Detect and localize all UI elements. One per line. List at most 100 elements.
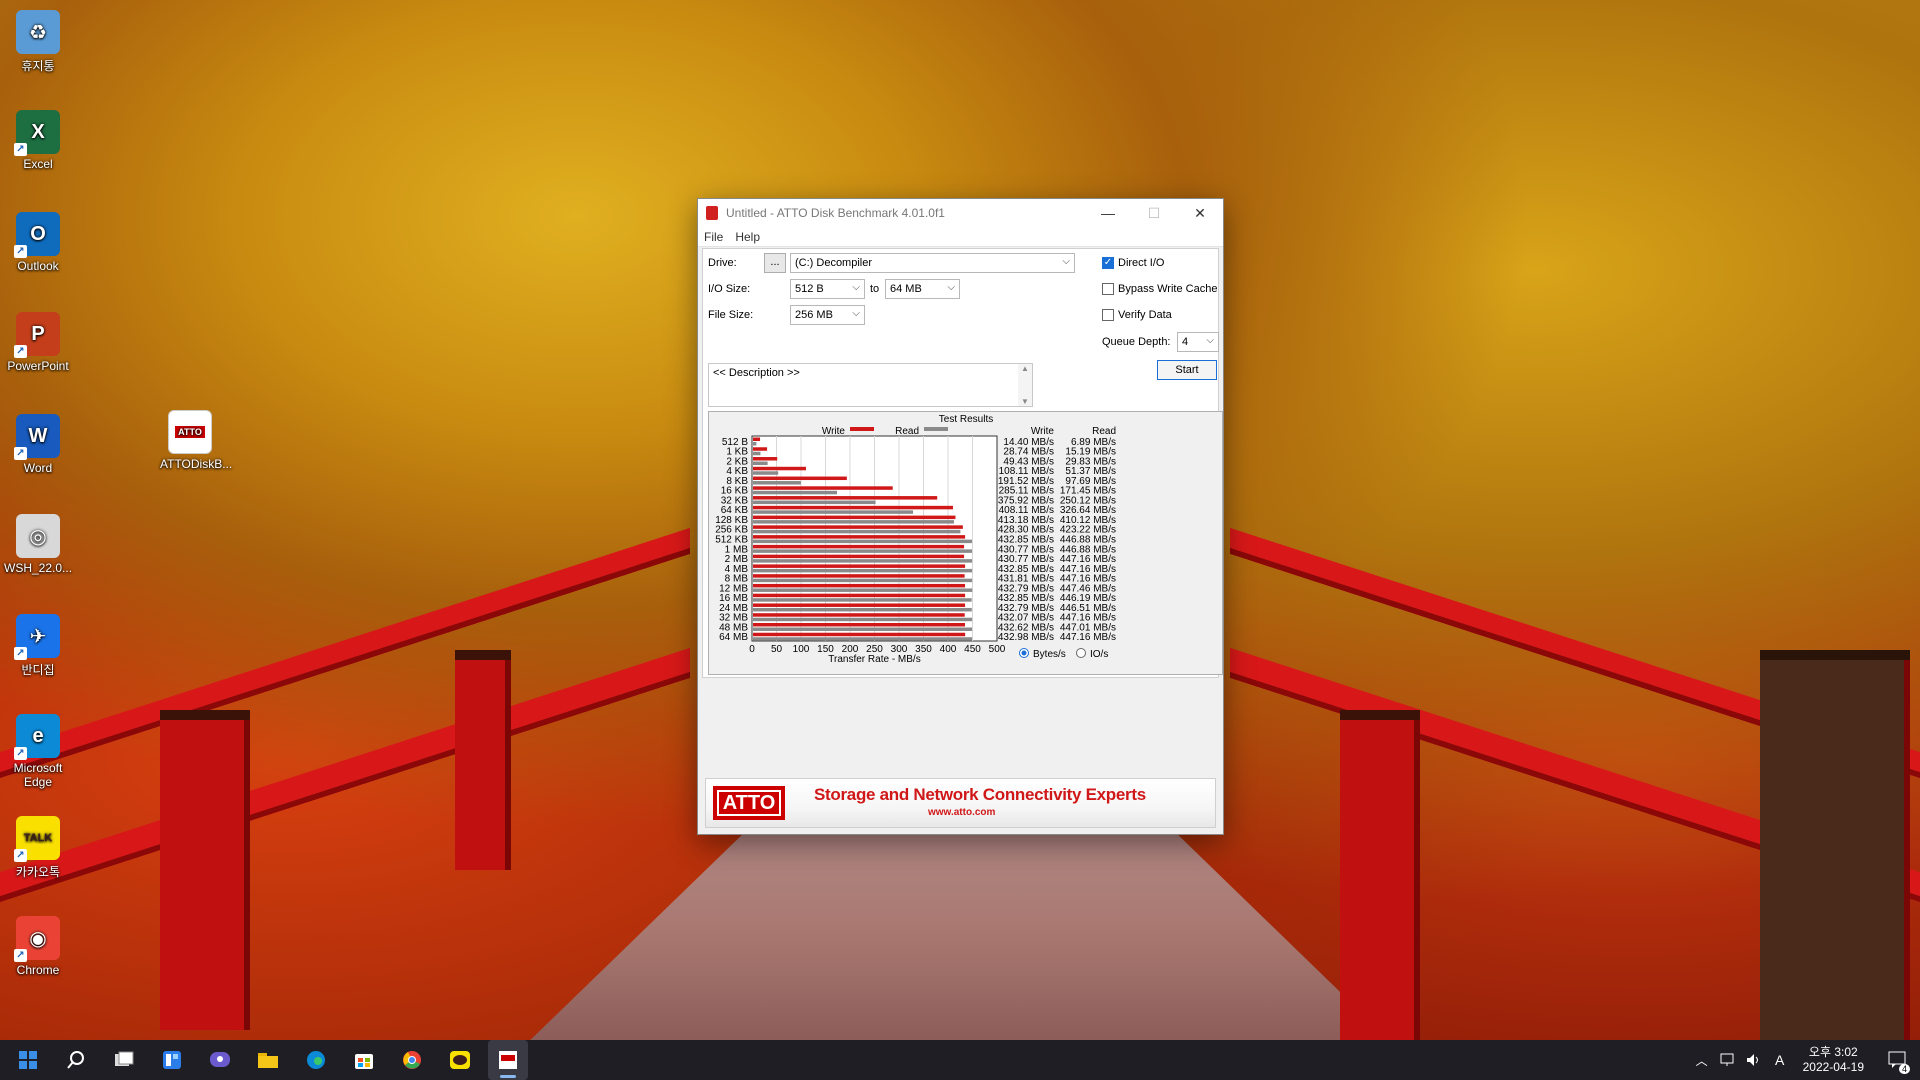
desktop-icon-label: 반디집 [21, 663, 55, 677]
clock[interactable]: 오후 3:02 2022-04-19 [1803, 1045, 1864, 1075]
legend-label-read: Read [895, 426, 919, 437]
verify-data-checkbox[interactable]: Verify Data [1102, 309, 1172, 321]
edge-icon[interactable] [296, 1040, 336, 1080]
drive-select[interactable]: (C:) Decompiler ⌵ [790, 253, 1075, 273]
chat-icon[interactable] [200, 1040, 240, 1080]
description-text: << Description >> [713, 367, 800, 379]
notification-count: 4 [1898, 1064, 1910, 1074]
bar-read [753, 578, 973, 583]
task-view-icon[interactable] [104, 1040, 144, 1080]
scrollbar[interactable]: ▲ ▼ [1018, 364, 1032, 406]
desktop-icon[interactable]: ✈ 반디집 [4, 614, 72, 678]
x-tick-label: 50 [771, 644, 783, 655]
atto-banner[interactable]: ATTO Storage and Network Connectivity Ex… [705, 778, 1216, 828]
bar-read [753, 471, 779, 475]
close-icon[interactable]: ✕ [1177, 205, 1223, 222]
ime-indicator[interactable]: A [1770, 1040, 1790, 1080]
store-icon[interactable] [344, 1040, 384, 1080]
title-bar[interactable]: Untitled - ATTO Disk Benchmark 4.01.0f1 … [698, 199, 1223, 227]
queue-depth-select[interactable]: 4 ⌵ [1177, 332, 1219, 352]
chrome-icon[interactable] [392, 1040, 432, 1080]
bar-write [753, 564, 966, 568]
bar-write [753, 622, 965, 627]
menu-file[interactable]: File [704, 230, 723, 244]
banner-url[interactable]: www.atto.com [928, 807, 995, 818]
bytes-label: Bytes/s [1033, 649, 1066, 660]
checkbox-unchecked-icon [1102, 309, 1114, 321]
desktop-icon-atto[interactable]: ATTO ATTODiskB... [160, 410, 233, 471]
bar-write [753, 603, 966, 607]
direct-io-checkbox[interactable]: ✓ Direct I/O [1102, 257, 1164, 269]
bar-read [753, 529, 961, 534]
atto-icon[interactable] [488, 1040, 528, 1080]
file-size-value: 256 MB [795, 309, 833, 321]
desktop-icon[interactable]: eMicrosoft Edge [4, 714, 72, 789]
bar-write [753, 466, 806, 471]
menu-help[interactable]: Help [735, 230, 760, 244]
io-from-value: 512 B [795, 283, 824, 295]
settings-panel: Drive: ... (C:) Decompiler ⌵ I/O Size: 51… [702, 248, 1223, 678]
bar-write [753, 437, 761, 441]
bypass-write-cache-checkbox[interactable]: Bypass Write Cache [1102, 283, 1217, 295]
chevron-down-icon: ⌵ [947, 282, 955, 293]
file-size-label: File Size: [708, 309, 754, 321]
desktop-icon-label: PowerPoint [7, 359, 69, 373]
search-icon[interactable] [56, 1040, 96, 1080]
desktop-icon[interactable]: XExcel [4, 110, 72, 171]
start-icon[interactable] [8, 1040, 48, 1080]
app-icon: ◉ [14, 916, 60, 962]
start-button[interactable]: Start [1157, 360, 1217, 380]
bar-read [753, 598, 972, 602]
bar-read [753, 442, 757, 446]
legend-label-write: Write [822, 426, 846, 437]
atto-app-icon [706, 206, 718, 220]
desktop-icon-label: Excel [23, 157, 53, 171]
col-header-read: Read [1092, 426, 1116, 437]
scroll-down-icon[interactable]: ▼ [1018, 397, 1032, 406]
browse-button[interactable]: ... [764, 253, 786, 273]
col-header-write: Write [1031, 426, 1055, 437]
bar-read [753, 568, 973, 573]
io-radio[interactable] [1076, 648, 1086, 658]
x-tick-label: 500 [989, 644, 1006, 655]
desktop-icon-label: ATTODiskB... [160, 457, 233, 471]
bar-write [753, 593, 966, 598]
desktop-icon[interactable]: ◉Chrome [4, 916, 72, 977]
volume-icon[interactable] [1744, 1040, 1764, 1080]
io-size-to-select[interactable]: 64 MB ⌵ [885, 279, 960, 299]
bar-write [753, 486, 893, 490]
desktop-icon-label: WSH_22.0... [4, 561, 73, 575]
minimize-icon[interactable]: — [1085, 205, 1131, 221]
desktop-icon[interactable]: WWord [4, 414, 72, 475]
x-tick-label: 450 [964, 644, 981, 655]
file-size-select[interactable]: 256 MB ⌵ [790, 305, 865, 325]
description-field[interactable]: << Description >> ▲ ▼ [708, 363, 1033, 407]
io-size-from-select[interactable]: 512 B ⌵ [790, 279, 865, 299]
bar-write [753, 544, 965, 549]
widgets-icon[interactable] [152, 1040, 192, 1080]
bar-write [753, 525, 963, 529]
radio-dot [1021, 650, 1027, 656]
bar-write [753, 554, 965, 559]
desktop-icon[interactable]: ♻ 휴지통 [4, 10, 72, 74]
bar-read [753, 549, 972, 553]
kakaotalk-icon[interactable] [440, 1040, 480, 1080]
desktop-icon[interactable]: ◎ WSH_22.0... [4, 514, 72, 575]
io-label: IO/s [1090, 649, 1108, 660]
network-icon[interactable] [1718, 1040, 1738, 1080]
desktop-icon-label: Outlook [17, 259, 59, 273]
bridge-post [1340, 710, 1420, 1040]
notification-icon[interactable]: 4 [1884, 1040, 1912, 1080]
chevron-up-icon[interactable]: ︿ [1692, 1040, 1712, 1080]
bar-write [753, 515, 956, 520]
maximize-icon[interactable]: ☐ [1131, 205, 1177, 222]
legend-swatch-read [924, 427, 948, 431]
scroll-up-icon[interactable]: ▲ [1018, 364, 1032, 373]
file-explorer-icon[interactable] [248, 1040, 288, 1080]
desktop-icon[interactable]: OOutlook [4, 212, 72, 273]
desktop-icon[interactable]: TALK 카카오톡 [4, 816, 72, 880]
app-icon: P [14, 312, 60, 358]
bar-write [753, 457, 778, 461]
bar-read [753, 481, 801, 485]
desktop-icon[interactable]: PPowerPoint [4, 312, 72, 373]
